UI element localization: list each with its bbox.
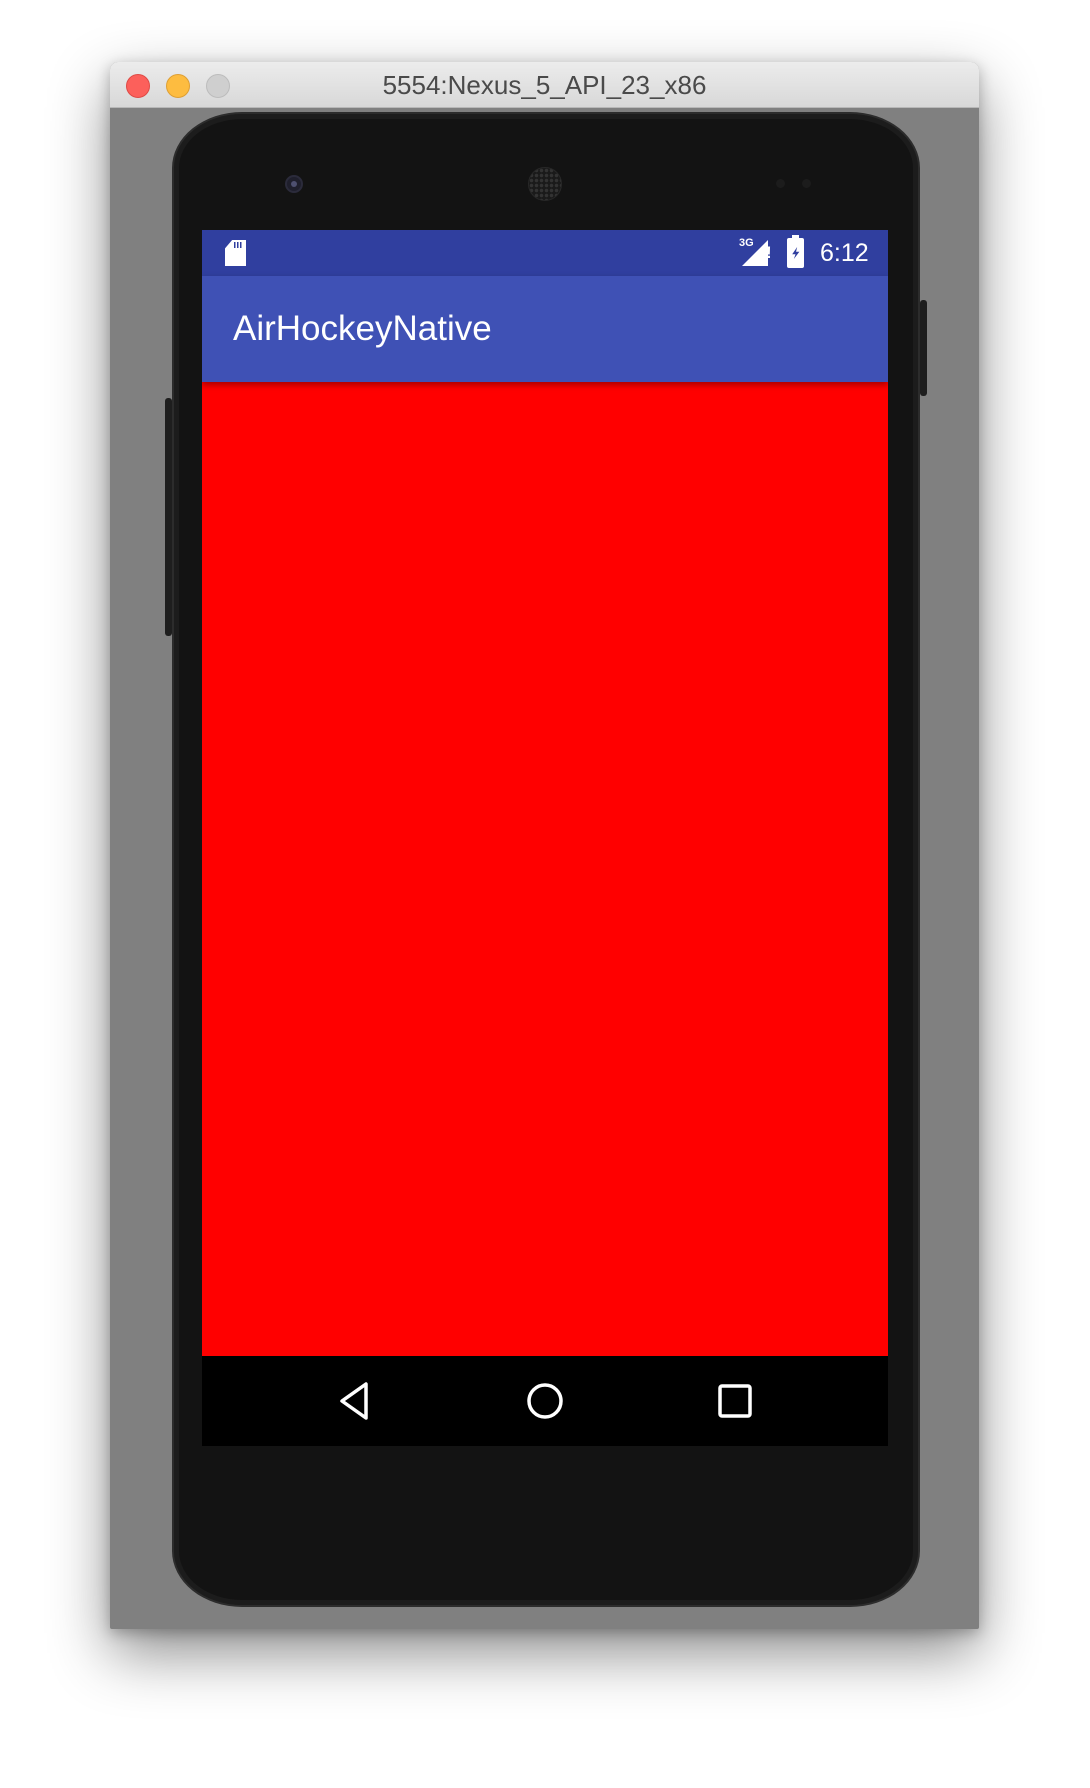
network-type-label: 3G (739, 237, 754, 249)
front-camera-icon (285, 175, 303, 193)
volume-rocker[interactable] (165, 398, 172, 636)
back-icon[interactable] (332, 1378, 378, 1424)
device-screen[interactable]: 3G ! 6:12 AirHockeyNative (202, 230, 888, 1446)
proximity-sensor (776, 179, 785, 188)
window-title: 5554:Nexus_5_API_23_x86 (382, 70, 707, 100)
power-button[interactable] (920, 300, 927, 396)
sd-card-icon (225, 240, 246, 266)
earpiece-speaker-icon (528, 167, 562, 201)
battery-charging-icon (787, 235, 804, 268)
recent-apps-icon[interactable] (712, 1378, 758, 1424)
home-icon[interactable] (522, 1378, 568, 1424)
app-bar: AirHockeyNative (202, 276, 888, 382)
app-title: AirHockeyNative (233, 309, 492, 348)
no-data-icon: ! (766, 243, 772, 262)
navigation-bar (202, 1356, 888, 1446)
light-sensor (802, 179, 811, 188)
gl-surface-view[interactable] (202, 382, 888, 1356)
status-bar[interactable]: 3G ! 6:12 (202, 230, 888, 276)
status-time: 6:12 (820, 239, 869, 267)
title-bar[interactable]: 5554:Nexus_5_API_23_x86 (110, 62, 979, 108)
